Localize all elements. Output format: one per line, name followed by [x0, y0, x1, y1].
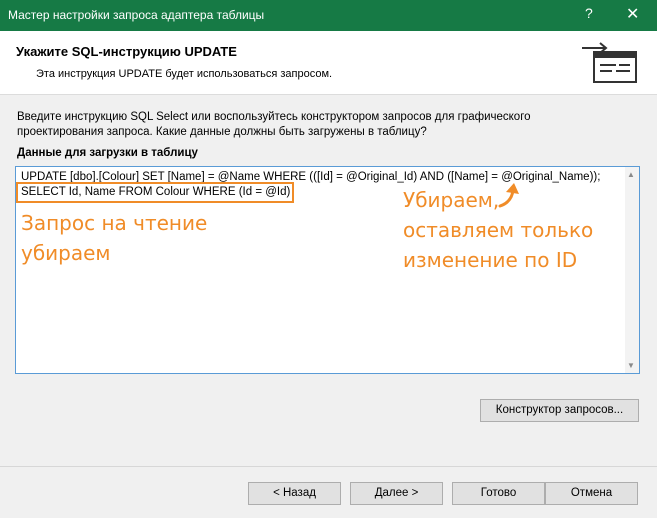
scroll-down-icon[interactable]: ▼ [627, 361, 635, 370]
cancel-button[interactable]: Отмена [545, 482, 638, 505]
vertical-scrollbar[interactable]: ▲ ▼ [625, 167, 639, 373]
annotation-right-line3: изменение по ID [403, 248, 578, 272]
curved-arrow-icon [498, 183, 519, 208]
footer-divider [0, 466, 657, 467]
help-icon[interactable]: ? [585, 5, 593, 21]
finish-button[interactable]: Готово [452, 482, 545, 505]
annotation-left: Запрос на чтение убираем [21, 208, 207, 268]
intro-text: Введите инструкцию SQL Select или воспол… [17, 111, 531, 138]
back-button[interactable]: < Назад [248, 482, 341, 505]
wizard-header: Укажите SQL-инструкцию UPDATE Эта инстру… [0, 31, 657, 95]
annotation-right-line2: оставляем только [403, 218, 594, 242]
close-icon[interactable]: ✕ [626, 4, 639, 24]
page-subtitle: Эта инструкция UPDATE будет использовать… [36, 68, 333, 80]
next-button[interactable]: Далее > [350, 482, 443, 505]
wizard-sql-icon [582, 42, 637, 83]
query-builder-button[interactable]: Конструктор запросов... [480, 399, 639, 422]
scroll-up-icon[interactable]: ▲ [627, 170, 635, 179]
annotation-left-line2: убираем [21, 241, 111, 265]
title-bar: Мастер настройки запроса адаптера таблиц… [0, 0, 657, 31]
data-label: Данные для загрузки в таблицу [17, 147, 198, 159]
sql-select-line: SELECT Id, Name FROM Colour WHERE (Id = … [21, 186, 291, 198]
annotation-left-line1: Запрос на чтение [21, 211, 208, 235]
window-title: Мастер настройки запроса адаптера таблиц… [8, 8, 265, 22]
page-title: Укажите SQL-инструкцию UPDATE [16, 44, 237, 59]
